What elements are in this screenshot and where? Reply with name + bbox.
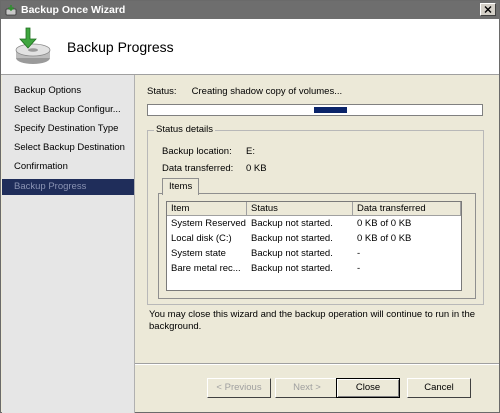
column-header-status[interactable]: Status	[247, 202, 353, 215]
backup-app-icon	[5, 4, 17, 16]
item-name: System Reserved	[171, 218, 246, 229]
item-status: Backup not started.	[251, 233, 333, 244]
window-title: Backup Once Wizard	[21, 4, 126, 16]
item-name: Bare metal rec...	[171, 263, 241, 274]
footer-divider	[135, 363, 499, 365]
data-transferred-value: 0 KB	[246, 163, 267, 174]
nav-item-specify-destination-type[interactable]: Specify Destination Type	[2, 121, 134, 137]
items-tab-panel: Item Status Data transferred System Rese…	[158, 193, 476, 299]
close-icon	[484, 6, 492, 13]
nav-item-select-backup-configuration[interactable]: Select Backup Configur...	[2, 102, 134, 118]
close-button[interactable]: Close	[336, 378, 400, 398]
nav-item-select-backup-destination[interactable]: Select Backup Destination	[2, 140, 134, 156]
status-label: Status:	[147, 86, 177, 97]
status-details-group: Status details Backup location: E: Data …	[147, 124, 484, 305]
wizard-header: Backup Progress	[1, 19, 499, 75]
nav-item-backup-progress[interactable]: Backup Progress	[2, 179, 134, 195]
backup-disk-icon	[9, 25, 53, 69]
progress-marquee-block	[314, 107, 347, 113]
column-header-item[interactable]: Item	[167, 202, 247, 215]
item-data: -	[357, 263, 361, 274]
previous-button[interactable]: < Previous	[207, 378, 271, 398]
item-data: 0 KB of 0 KB	[357, 218, 412, 229]
item-name: Local disk (C:)	[171, 233, 232, 244]
backup-location-row: Backup location: E:	[162, 146, 255, 157]
cancel-button[interactable]: Cancel	[407, 378, 471, 398]
page-title: Backup Progress	[67, 39, 174, 55]
nav-item-confirmation[interactable]: Confirmation	[2, 159, 134, 175]
column-header-data-transferred[interactable]: Data transferred	[353, 202, 461, 215]
status-value: Creating shadow copy of volumes...	[191, 86, 343, 97]
list-item[interactable]: System Reserved Backup not started. 0 KB…	[167, 216, 461, 231]
data-transferred-label: Data transferred:	[162, 163, 234, 174]
list-item[interactable]: System state Backup not started. -	[167, 246, 461, 261]
item-name: System state	[171, 248, 226, 259]
progress-bar	[147, 104, 483, 116]
items-list-header: Item Status Data transferred	[167, 202, 461, 216]
next-button[interactable]: Next >	[275, 378, 339, 398]
data-transferred-row: Data transferred: 0 KB	[162, 163, 267, 174]
item-data: 0 KB of 0 KB	[357, 233, 412, 244]
list-item[interactable]: Bare metal rec... Backup not started. -	[167, 261, 461, 276]
status-line: Status: Creating shadow copy of volumes.…	[147, 86, 342, 97]
wizard-window: Backup Once Wizard Backup Progress Backu…	[0, 0, 500, 413]
wizard-content: Status: Creating shadow copy of volumes.…	[135, 75, 499, 413]
status-details-legend: Status details	[154, 124, 216, 135]
title-bar[interactable]: Backup Once Wizard	[1, 1, 499, 19]
tab-items[interactable]: Items	[162, 178, 200, 195]
window-close-button[interactable]	[480, 3, 496, 16]
nav-item-backup-options[interactable]: Backup Options	[2, 83, 134, 99]
item-status: Backup not started.	[251, 263, 333, 274]
list-item[interactable]: Local disk (C:) Backup not started. 0 KB…	[167, 231, 461, 246]
backup-location-label: Backup location:	[162, 146, 232, 157]
item-data: -	[357, 248, 361, 259]
items-list[interactable]: Item Status Data transferred System Rese…	[166, 201, 462, 291]
item-status: Backup not started.	[251, 248, 333, 259]
item-status: Backup not started.	[251, 218, 333, 229]
close-wizard-note: You may close this wizard and the backup…	[149, 309, 476, 332]
backup-location-value: E:	[246, 146, 255, 157]
wizard-steps-nav: Backup Options Select Backup Configur...…	[2, 75, 135, 413]
